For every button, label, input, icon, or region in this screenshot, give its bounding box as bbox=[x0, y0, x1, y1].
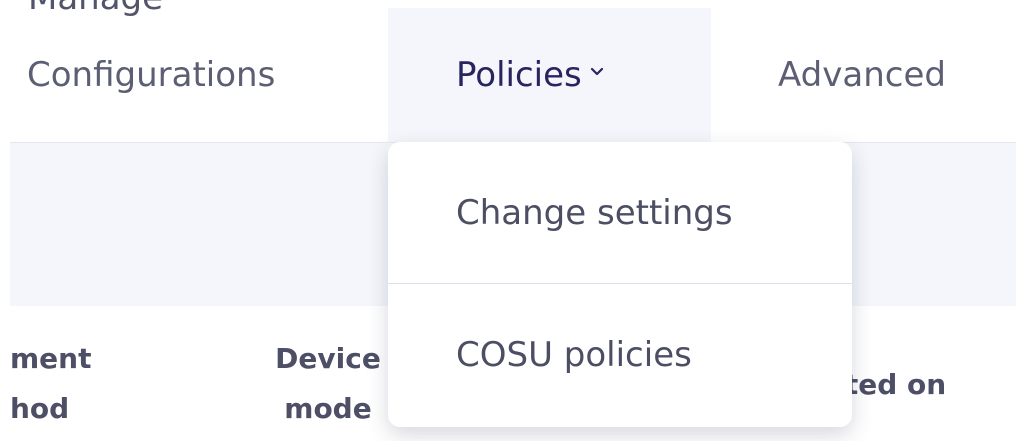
tab-advanced[interactable]: Advanced bbox=[778, 8, 946, 142]
top-nav: Configurations Policies Advanced bbox=[0, 8, 1016, 142]
tab-advanced-label: Advanced bbox=[778, 55, 946, 95]
menu-item-change-settings-label: Change settings bbox=[456, 192, 733, 233]
menu-item-change-settings[interactable]: Change settings bbox=[388, 142, 852, 283]
column-header-device-mode-label: Device mode bbox=[275, 342, 381, 425]
tab-policies[interactable]: Policies bbox=[388, 8, 711, 142]
tab-policies-label: Policies bbox=[456, 55, 582, 95]
column-header-enrollment-method[interactable]: ment hod bbox=[10, 334, 91, 434]
tab-configurations-label: Configurations bbox=[27, 55, 276, 95]
policies-dropdown-menu: Change settings COSU policies bbox=[388, 142, 852, 427]
chevron-down-icon bbox=[590, 67, 603, 76]
tab-configurations[interactable]: Configurations bbox=[27, 8, 275, 142]
column-header-enrollment-method-label: ment hod bbox=[10, 342, 92, 425]
menu-item-cosu-policies[interactable]: COSU policies bbox=[388, 284, 852, 425]
menu-item-cosu-policies-label: COSU policies bbox=[456, 334, 692, 375]
column-header-device-mode[interactable]: Device mode bbox=[263, 334, 393, 434]
